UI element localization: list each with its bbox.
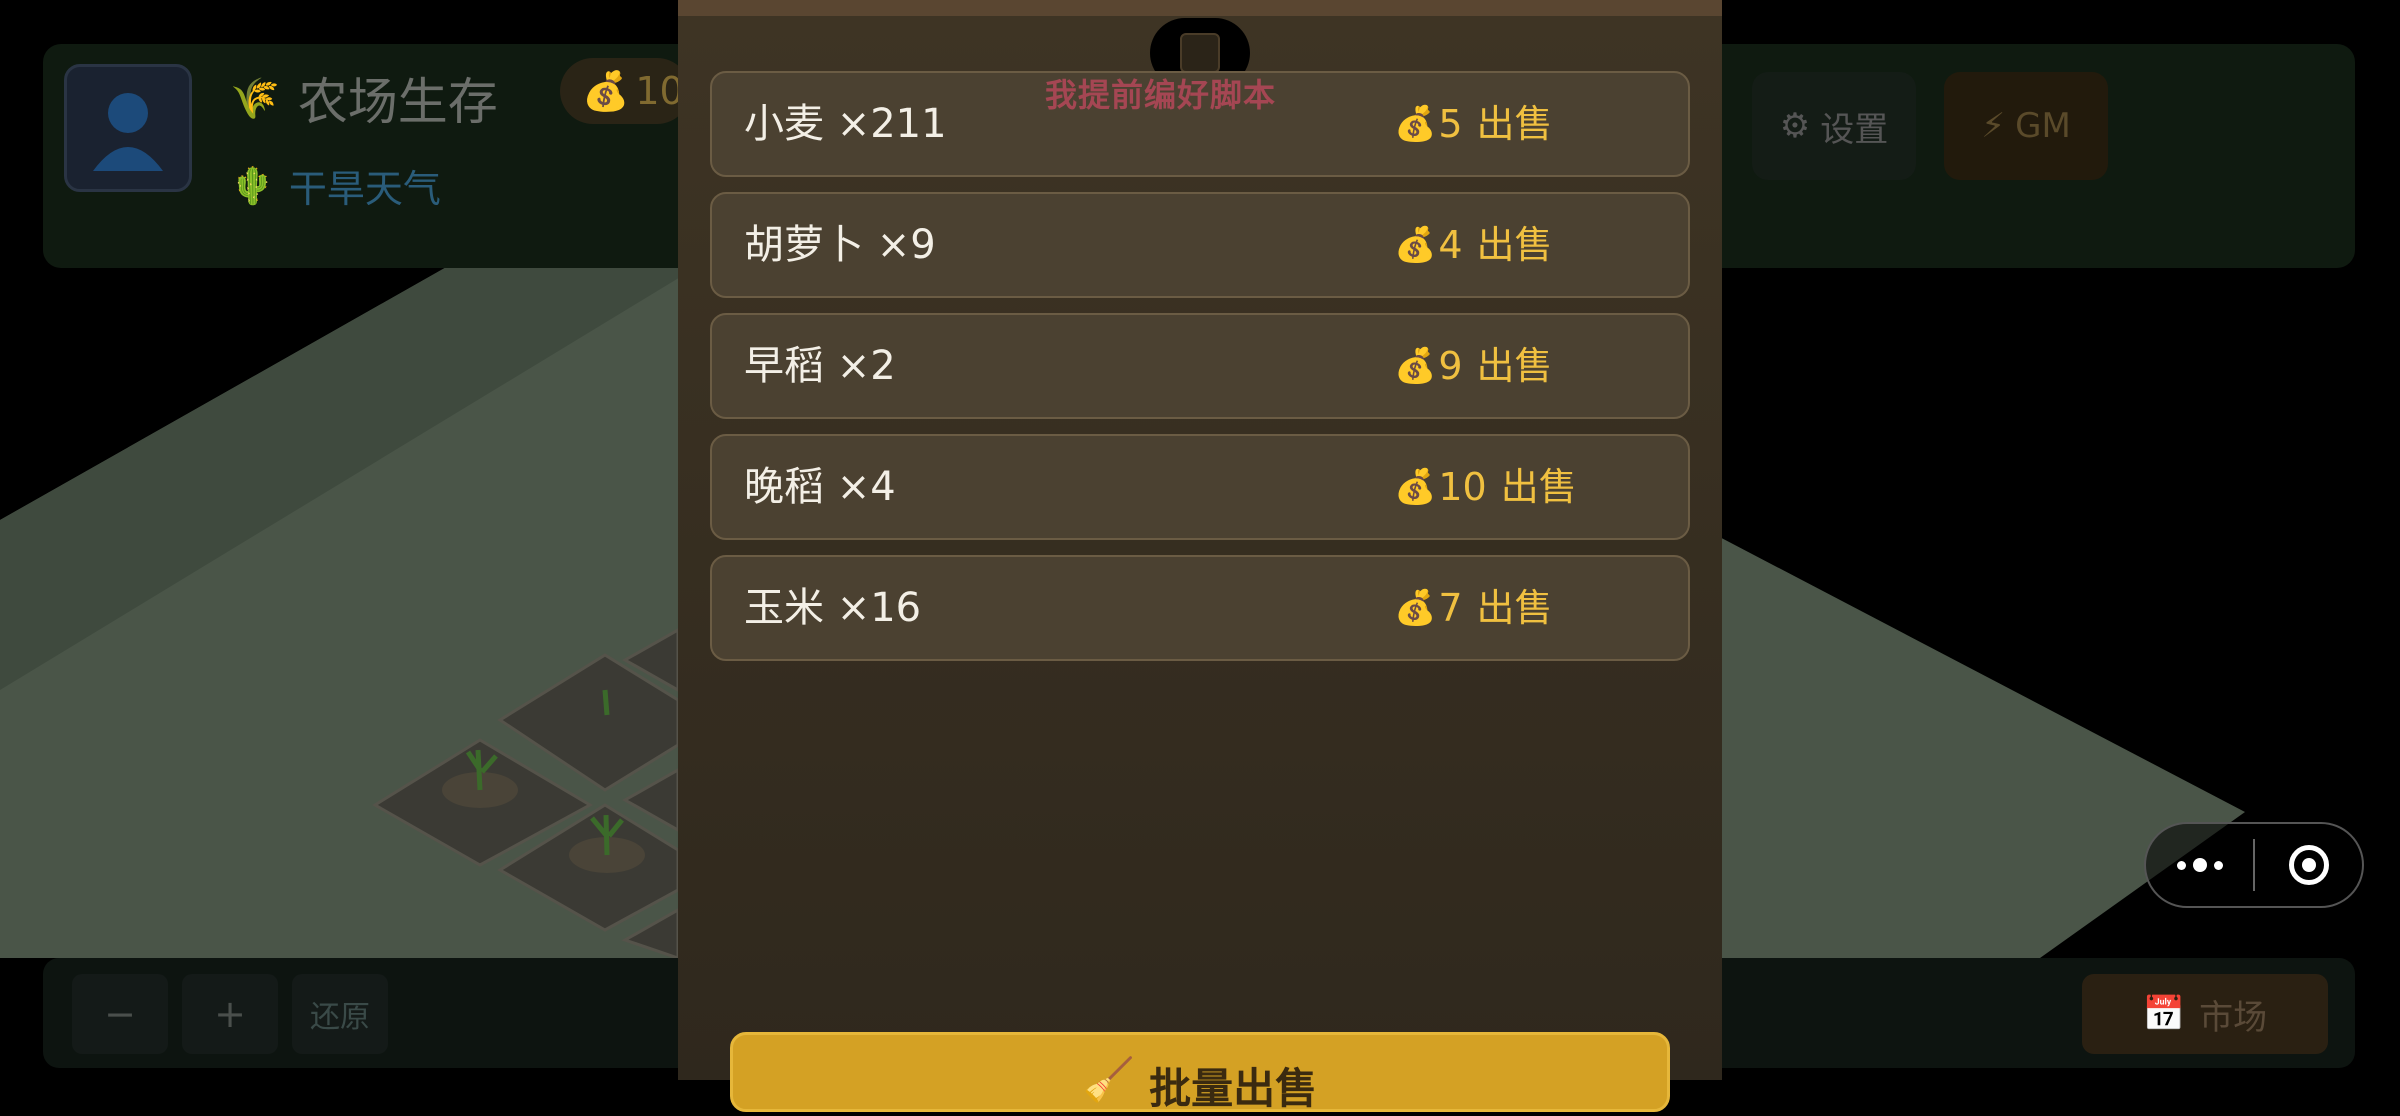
sell-label: 出售 (1476, 586, 1553, 630)
sell-button[interactable]: 💰 9 出售 (1394, 315, 1553, 417)
sell-label: 出售 (1476, 344, 1553, 388)
item-price: 7 (1438, 586, 1463, 630)
app-icon (1180, 33, 1220, 73)
sell-button[interactable]: 💰 4 出售 (1394, 194, 1553, 296)
wheat-icon: 🌾 (230, 75, 280, 122)
money-bag-icon: 💰 (1394, 467, 1437, 507)
money-bag-icon: 💰 (582, 68, 630, 113)
money-bag-icon: 💰 (1394, 588, 1437, 628)
weather-status: 🌵 干旱天气 (230, 158, 441, 213)
item-name: 早稻 ×2 (744, 343, 896, 389)
sell-button[interactable]: 💰 10 出售 (1394, 436, 1577, 538)
title-row: 🌾 农场生存 (230, 62, 498, 134)
gm-label: GM (2015, 106, 2071, 146)
watermark-text: 我提前编好脚本 (1045, 76, 1277, 114)
calendar-icon: 📅 (2142, 994, 2186, 1034)
list-item[interactable]: 胡萝卜 ×9 💰 4 出售 (710, 192, 1690, 298)
avatar[interactable] (64, 64, 192, 192)
page-title: 农场生存 (297, 73, 498, 131)
coin-value: 10 (635, 69, 684, 113)
sell-all-label: 批量出售 (1149, 1064, 1318, 1113)
weather-label: 干旱天气 (288, 167, 441, 211)
gear-icon: ⚙ (1779, 106, 1811, 146)
list-item[interactable]: 玉米 ×16 💰 7 出售 (710, 555, 1690, 661)
modal-top-border (678, 0, 1722, 16)
more-dots-icon (2176, 858, 2223, 872)
sell-item-list: 小麦 ×211 💰 5 出售 胡萝卜 ×9 💰 4 出售 早稻 ×2 💰 9 出… (710, 71, 1690, 676)
coin-counter: 💰 10 (560, 58, 690, 124)
sell-label: 出售 (1500, 465, 1577, 509)
lightning-icon: ⚡ (1981, 106, 2006, 146)
settings-button[interactable]: ⚙ 设置 (1752, 72, 1916, 180)
miniprogram-capsule (2144, 822, 2364, 908)
list-item[interactable]: 早稻 ×2 💰 9 出售 (710, 313, 1690, 419)
more-options-button[interactable] (2146, 824, 2253, 906)
market-label: 市场 (2199, 997, 2268, 1038)
user-icon (93, 93, 163, 171)
item-price: 9 (1438, 344, 1463, 388)
sell-button[interactable]: 💰 7 出售 (1394, 557, 1553, 659)
zoom-in-button[interactable]: + (182, 974, 278, 1054)
zoom-out-button[interactable]: − (72, 974, 168, 1054)
settings-label: 设置 (1820, 109, 1889, 150)
cactus-icon: 🌵 (230, 165, 275, 207)
broom-icon: 🧹 (1082, 1055, 1136, 1104)
sell-label: 出售 (1476, 223, 1553, 267)
list-item[interactable]: 晚稻 ×4 💰 10 出售 (710, 434, 1690, 540)
item-name: 玉米 ×16 (744, 585, 922, 631)
item-price: 5 (1438, 102, 1463, 146)
item-name: 胡萝卜 ×9 (744, 222, 936, 268)
close-miniprogram-button[interactable] (2255, 824, 2362, 906)
gm-button[interactable]: ⚡ GM (1944, 72, 2108, 180)
sell-label: 出售 (1476, 102, 1553, 146)
sell-all-button[interactable]: 🧹 批量出售 (730, 1032, 1670, 1113)
money-bag-icon: 💰 (1394, 225, 1437, 265)
money-bag-icon: 💰 (1394, 346, 1437, 386)
sell-button[interactable]: 💰 5 出售 (1394, 73, 1553, 175)
market-button[interactable]: 📅 市场 (2082, 974, 2328, 1054)
item-name: 晚稻 ×4 (744, 464, 896, 510)
item-price: 10 (1438, 465, 1487, 509)
money-bag-icon: 💰 (1394, 104, 1437, 144)
item-name: 小麦 ×211 (744, 101, 947, 147)
record-icon (2288, 845, 2329, 885)
item-price: 4 (1438, 223, 1463, 267)
reset-view-button[interactable]: 还原 (292, 974, 388, 1054)
